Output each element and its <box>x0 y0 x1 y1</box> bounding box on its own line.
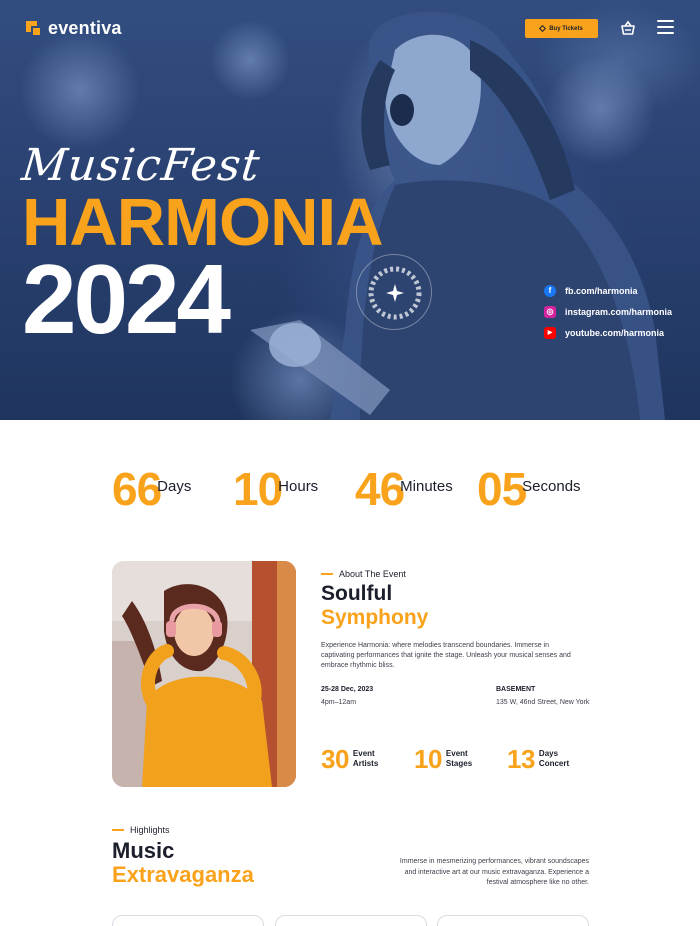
stat-value: 13 <box>507 744 535 774</box>
highlights-title-line2: Extravaganza <box>112 862 254 887</box>
highlights-eyebrow-label: Highlights <box>130 825 170 835</box>
event-time: 4pm–12am <box>321 699 357 706</box>
rotating-badge <box>356 254 432 330</box>
event-venue: BASEMENT <box>496 686 536 693</box>
stat-label: Event Artists <box>353 749 378 769</box>
highlight-card[interactable] <box>437 915 589 926</box>
sparkle-icon <box>368 266 422 320</box>
countdown-days: 66 Days <box>112 466 191 512</box>
stat-label-line1: Event <box>445 749 468 758</box>
brand-name: eventiva <box>48 18 122 38</box>
countdown: 66 Days 10 Hours 46 Minutes 05 Seconds <box>0 466 700 526</box>
highlight-card[interactable] <box>275 915 427 926</box>
about-eyebrow: About The Event <box>321 569 406 579</box>
buy-tickets-label: Buy Tickets <box>549 25 583 32</box>
countdown-minutes: 46 Minutes <box>355 466 453 512</box>
social-label: youtube.com/harmonia <box>565 327 665 338</box>
countdown-value: 46 <box>355 463 405 515</box>
buy-tickets-button[interactable]: Buy Tickets <box>525 19 598 38</box>
countdown-value: 10 <box>233 463 283 515</box>
highlight-card[interactable] <box>112 915 264 926</box>
countdown-label: Seconds <box>522 478 581 495</box>
countdown-value: 66 <box>112 463 162 515</box>
stat-label-line2: Concert <box>538 759 570 768</box>
youtube-icon: ▶ <box>544 326 556 339</box>
brand-logo[interactable]: eventiva <box>26 18 122 39</box>
social-links: f fb.com/harmonia ◎ instagram.com/harmon… <box>544 280 672 343</box>
stat-artists: 30 Event Artists <box>321 746 378 772</box>
cart-icon[interactable] <box>620 20 636 36</box>
event-date: 25-28 Dec, 2023 <box>321 686 374 693</box>
diamond-icon <box>539 24 547 33</box>
page: eventiva Buy Tickets MusicFest HARMONIA … <box>0 0 700 926</box>
social-link-youtube[interactable]: ▶ youtube.com/harmonia <box>544 322 672 343</box>
countdown-seconds: 05 Seconds <box>477 466 581 512</box>
hero-year: 2024 <box>22 244 231 354</box>
hamburger-menu-icon[interactable] <box>657 20 674 35</box>
about-title-line1: Soulful <box>321 582 393 605</box>
about-eyebrow-label: About The Event <box>339 569 406 579</box>
countdown-hours: 10 Hours <box>233 466 318 512</box>
event-address: 135 W, 46nd Street, New York <box>496 699 590 706</box>
countdown-label: Days <box>157 478 192 495</box>
hero-script-title: MusicFest <box>19 140 263 191</box>
stat-value: 10 <box>414 744 442 774</box>
woman-with-headphones-image <box>112 561 296 787</box>
about-description: Experience Harmonia: where melodies tran… <box>321 642 571 669</box>
hero-section: eventiva Buy Tickets MusicFest HARMONIA … <box>0 0 700 420</box>
facebook-icon: f <box>544 284 556 297</box>
countdown-label: Hours <box>278 478 319 495</box>
countdown-label: Minutes <box>400 478 453 495</box>
stat-label-line1: Event <box>352 749 375 758</box>
stat-label-line1: Days <box>538 749 559 758</box>
stat-label: Event Stages <box>446 749 472 769</box>
about-title-line2: Symphony <box>321 606 429 629</box>
social-link-instagram[interactable]: ◎ instagram.com/harmonia <box>544 301 672 322</box>
stat-value: 30 <box>321 744 349 774</box>
countdown-value: 05 <box>477 463 527 515</box>
stat-days: 13 Days Concert <box>507 746 569 772</box>
stat-label-line2: Stages <box>445 759 473 768</box>
instagram-icon: ◎ <box>544 305 556 318</box>
stat-label-line2: Artists <box>352 759 379 768</box>
accent-line <box>321 573 333 575</box>
about-event-photo <box>112 561 296 787</box>
stat-stages: 10 Event Stages <box>414 746 472 772</box>
highlights-title-line1: Music <box>112 838 175 863</box>
stat-label: Days Concert <box>539 749 569 769</box>
social-label: fb.com/harmonia <box>565 285 638 296</box>
social-label: instagram.com/harmonia <box>565 306 673 317</box>
logo-mark-icon <box>26 20 42 37</box>
highlights-eyebrow: Highlights <box>112 825 170 835</box>
social-link-facebook[interactable]: f fb.com/harmonia <box>544 280 672 301</box>
accent-line <box>112 829 124 831</box>
highlights-description: Immerse in mesmerizing performances, vib… <box>399 858 589 886</box>
